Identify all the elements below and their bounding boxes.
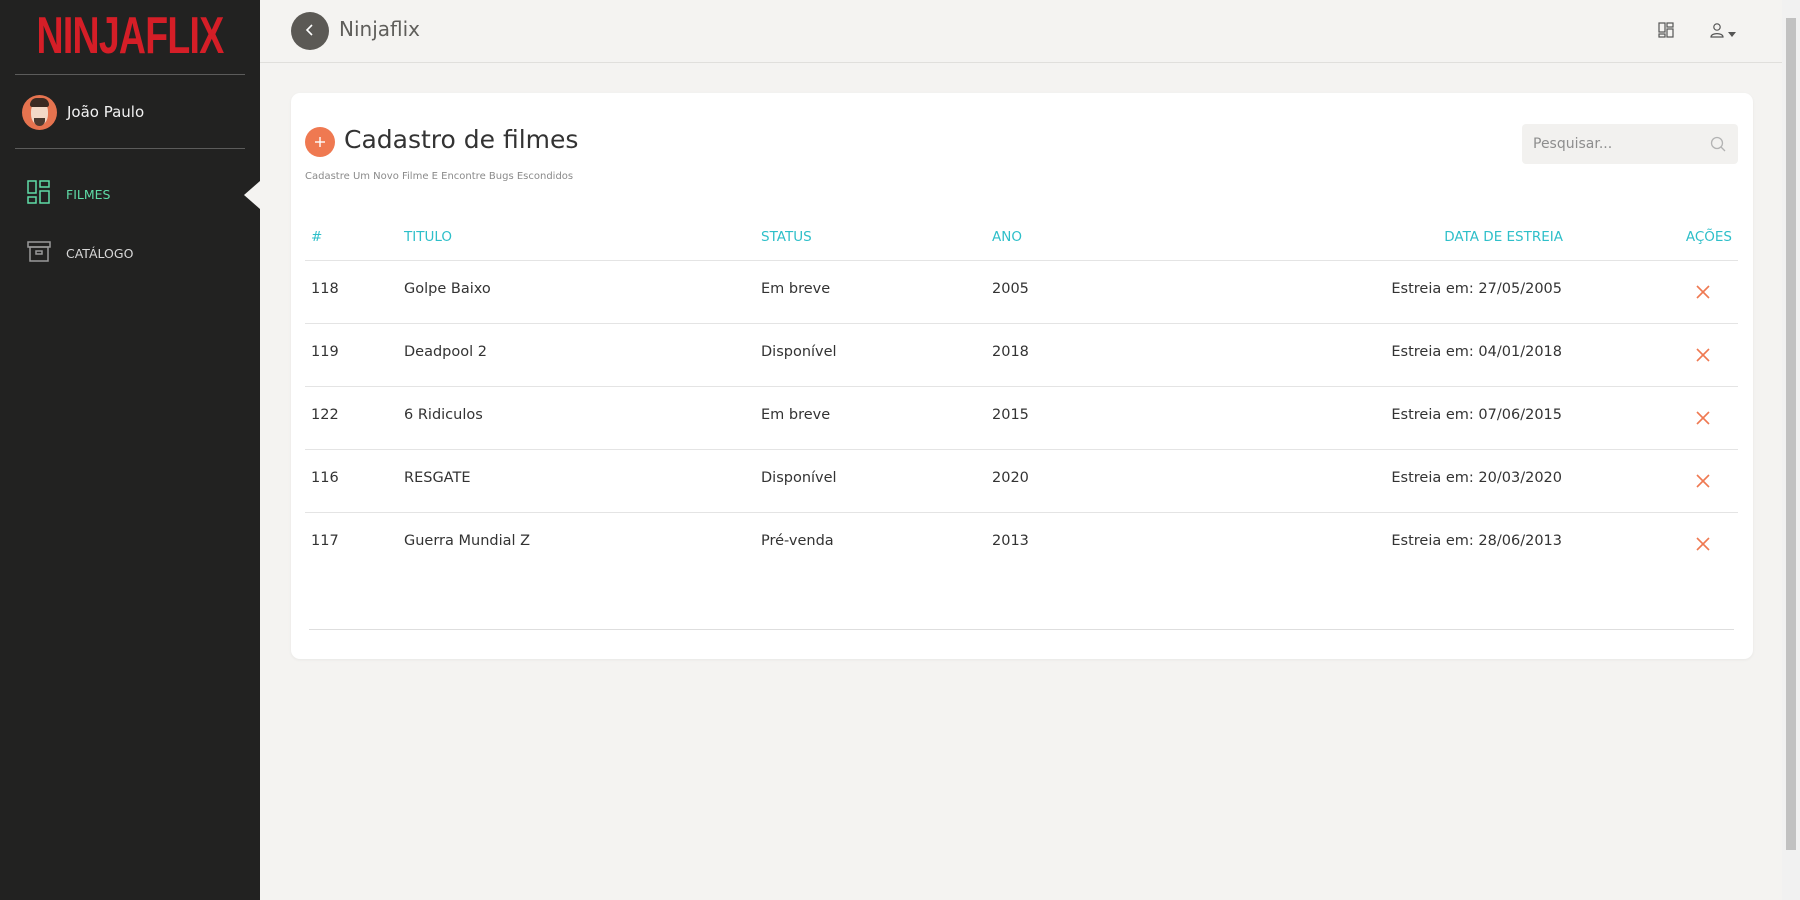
cell-id: 122 (311, 407, 339, 423)
user-profile[interactable]: João Paulo (22, 94, 145, 130)
page-title: Cadastro de filmes (344, 125, 579, 154)
cell-title: Golpe Baixo (404, 281, 491, 297)
column-header-status: STATUS (761, 229, 812, 245)
cell-title: RESGATE (404, 470, 471, 486)
user-menu-button[interactable] (1709, 19, 1736, 45)
cell-id: 118 (311, 281, 339, 297)
cell-id: 119 (311, 344, 339, 360)
cell-year: 2018 (992, 344, 1029, 360)
cell-release-date: Estreia em: 28/06/2013 (1391, 533, 1562, 549)
sidebar-item-catalogo[interactable]: CATÁLOGO (27, 239, 133, 267)
app-title: Ninjaflix (339, 17, 420, 41)
cell-status: Em breve (761, 281, 831, 297)
sidebar-divider (15, 74, 245, 75)
column-header-year: ANO (992, 229, 1022, 245)
delete-icon[interactable] (1694, 409, 1712, 427)
search-icon[interactable] (1710, 136, 1726, 152)
column-header-id: # (311, 229, 323, 245)
table-row: 116 RESGATE Disponível 2020 Estreia em: … (305, 450, 1738, 512)
user-icon (1709, 22, 1725, 42)
back-icon (303, 22, 317, 41)
cell-release-date: Estreia em: 27/05/2005 (1391, 281, 1562, 297)
plus-icon (314, 133, 326, 152)
cell-status: Em breve (761, 407, 831, 423)
table-row: 119 Deadpool 2 Disponível 2018 Estreia e… (305, 324, 1738, 386)
cell-year: 2013 (992, 533, 1029, 549)
cell-title: Deadpool 2 (404, 344, 487, 360)
cell-id: 117 (311, 533, 339, 549)
cell-year: 2020 (992, 470, 1029, 486)
cell-status: Pré-venda (761, 533, 834, 549)
cell-release-date: Estreia em: 20/03/2020 (1391, 470, 1562, 486)
brand-logo[interactable]: NINJAFLIX (36, 9, 225, 64)
archive-icon (27, 239, 51, 267)
user-name: João Paulo (67, 103, 145, 121)
cell-status: Disponível (761, 470, 837, 486)
search-input[interactable] (1522, 124, 1702, 164)
cell-status: Disponível (761, 344, 837, 360)
cell-title: Guerra Mundial Z (404, 533, 531, 549)
column-header-actions: AÇÕES (1685, 229, 1732, 245)
active-indicator (244, 181, 260, 209)
table-row: 122 6 Ridiculos Em breve 2015 Estreia em… (305, 387, 1738, 449)
table-footer-divider (309, 629, 1734, 630)
column-header-title: TITULO (404, 229, 453, 245)
grid-icon (1658, 22, 1674, 42)
back-button[interactable] (291, 12, 329, 50)
add-movie-button[interactable] (305, 127, 335, 157)
sidebar-item-label: CATÁLOGO (66, 245, 134, 261)
page-scrollbar[interactable] (1782, 0, 1800, 900)
cell-title: 6 Ridiculos (404, 407, 483, 423)
sidebar-divider (15, 148, 245, 149)
column-header-release-date: DATA DE ESTREIA (1444, 229, 1563, 245)
layout-toggle-button[interactable] (1658, 19, 1674, 45)
delete-icon[interactable] (1694, 346, 1712, 364)
sidebar: NINJAFLIX João Paulo FILMES CATÁLOGO (0, 0, 260, 900)
delete-icon[interactable] (1694, 283, 1712, 301)
delete-icon[interactable] (1694, 535, 1712, 553)
topbar: Ninjaflix (260, 0, 1782, 63)
movies-card: Cadastro de filmes Cadastre Um Novo Film… (291, 93, 1753, 659)
page-subtitle: Cadastre Um Novo Filme E Encontre Bugs E… (305, 171, 574, 182)
sidebar-item-filmes[interactable]: FILMES (27, 180, 110, 208)
cell-year: 2005 (992, 281, 1029, 297)
sidebar-item-label: FILMES (66, 186, 111, 202)
cell-release-date: Estreia em: 04/01/2018 (1391, 344, 1562, 360)
delete-icon[interactable] (1694, 472, 1712, 490)
cell-year: 2015 (992, 407, 1029, 423)
cell-id: 116 (311, 470, 339, 486)
table-row: 117 Guerra Mundial Z Pré-venda 2013 Estr… (305, 513, 1738, 575)
search-box (1522, 124, 1738, 164)
table-row: 118 Golpe Baixo Em breve 2005 Estreia em… (305, 261, 1738, 323)
scrollbar-thumb[interactable] (1786, 18, 1796, 850)
caret-down-icon (1728, 23, 1736, 42)
dashboard-icon (27, 180, 51, 208)
cell-release-date: Estreia em: 07/06/2015 (1391, 407, 1562, 423)
avatar (22, 94, 57, 130)
